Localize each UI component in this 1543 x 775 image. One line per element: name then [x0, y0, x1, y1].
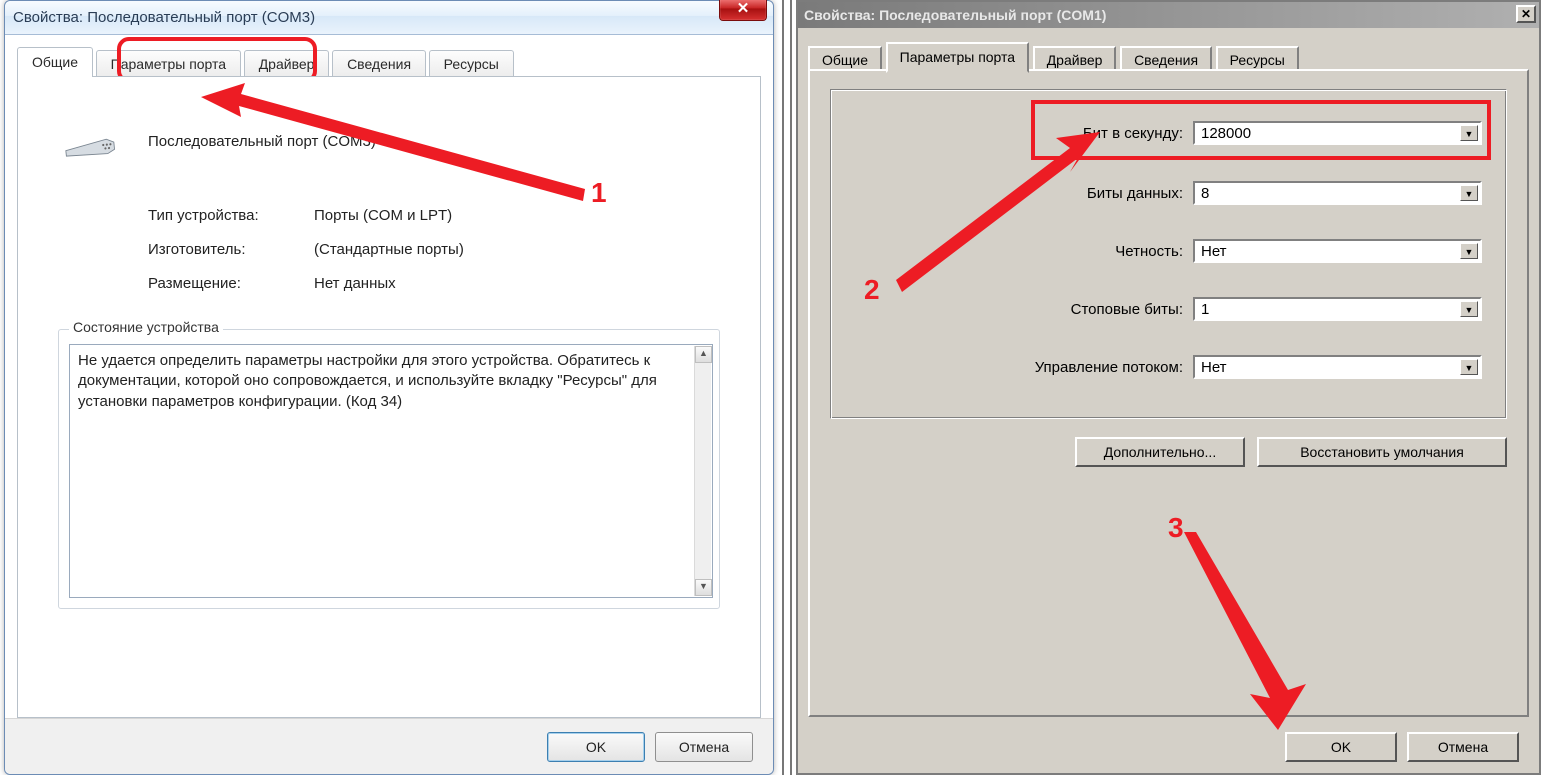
dialog-body: Общие Параметры порта Драйвер Сведения Р…	[808, 42, 1529, 717]
tab-general[interactable]: Общие	[17, 47, 93, 77]
device-status-legend: Состояние устройства	[69, 319, 223, 335]
tab-panel-general: Последовательный порт (COM3) Тип устройс…	[17, 76, 761, 718]
annotation-number-1: 1	[591, 177, 607, 209]
label-manufacturer: Изготовитель:	[148, 241, 246, 258]
value-baud: 128000	[1201, 125, 1251, 142]
annotation-number-2: 2	[864, 274, 880, 306]
combo-baud[interactable]: 128000 ▼	[1193, 121, 1482, 145]
cancel-button[interactable]: Отмена	[655, 732, 753, 762]
dialog-footer: OK Отмена	[5, 718, 773, 774]
combo-stopbits[interactable]: 1 ▼	[1193, 297, 1482, 321]
close-button[interactable]: ✕	[719, 0, 767, 21]
label-databits: Биты данных:	[831, 185, 1193, 202]
titlebar[interactable]: Свойства: Последовательный порт (COM1) ✕	[798, 2, 1539, 28]
combo-parity[interactable]: Нет ▼	[1193, 239, 1482, 263]
port-settings-group: Бит в секунду: 128000 ▼ Биты данных: 8 ▼	[830, 89, 1507, 419]
scrollbar[interactable]: ▲ ▼	[694, 346, 711, 596]
annotation-number-3: 3	[1168, 512, 1184, 544]
dialog-body: Общие Параметры порта Драйвер Сведения Р…	[17, 47, 761, 718]
port-settings-buttons: Дополнительно... Восстановить умолчания	[830, 437, 1507, 473]
chevron-down-icon[interactable]: ▼	[1460, 359, 1478, 375]
row-baud: Бит в секунду: 128000 ▼	[831, 120, 1482, 146]
tab-driver[interactable]: Драйвер	[244, 50, 330, 77]
tab-port[interactable]: Параметры порта	[886, 42, 1029, 73]
tab-port[interactable]: Параметры порта	[96, 50, 241, 77]
properties-dialog-com3: Свойства: Последовательный порт (COM3) ✕…	[4, 0, 774, 775]
device-status-text: Не удается определить параметры настройк…	[78, 352, 657, 410]
tab-details[interactable]: Сведения	[332, 50, 426, 77]
serial-port-icon	[63, 132, 120, 165]
chevron-down-icon[interactable]: ▼	[1460, 125, 1478, 141]
ok-button[interactable]: OK	[547, 732, 645, 762]
value-type: Порты (COM и LPT)	[314, 207, 452, 224]
screenshot-divider	[782, 0, 792, 775]
window-title: Свойства: Последовательный порт (COM1)	[804, 7, 1106, 23]
row-type: Тип устройства: Порты (COM и LPT)	[148, 207, 259, 224]
value-flowcontrol: Нет	[1201, 359, 1227, 376]
window-title: Свойства: Последовательный порт (COM3)	[13, 1, 315, 35]
value-manufacturer: (Стандартные порты)	[314, 241, 464, 258]
tab-resources[interactable]: Ресурсы	[429, 50, 514, 77]
value-databits: 8	[1201, 185, 1209, 202]
value-stopbits: 1	[1201, 301, 1209, 318]
close-button[interactable]: ✕	[1516, 5, 1536, 23]
dialog-footer: OK Отмена	[798, 721, 1539, 773]
combo-databits[interactable]: 8 ▼	[1193, 181, 1482, 205]
device-status-group: Состояние устройства Не удается определи…	[58, 329, 720, 609]
row-flowcontrol: Управление потоком: Нет ▼	[831, 354, 1482, 380]
row-manufacturer: Изготовитель: (Стандартные порты)	[148, 241, 246, 258]
close-icon: ✕	[1521, 7, 1531, 21]
tab-panel-port: Бит в секунду: 128000 ▼ Биты данных: 8 ▼	[808, 69, 1529, 717]
label-stopbits: Стоповые биты:	[831, 301, 1193, 318]
titlebar[interactable]: Свойства: Последовательный порт (COM3) ✕	[5, 1, 773, 35]
label-baud: Бит в секунду:	[831, 125, 1193, 142]
label-type: Тип устройства:	[148, 207, 259, 224]
properties-dialog-com1: Свойства: Последовательный порт (COM1) ✕…	[796, 0, 1541, 775]
value-parity: Нет	[1201, 243, 1227, 260]
row-parity: Четность: Нет ▼	[831, 238, 1482, 264]
device-status-textarea[interactable]: Не удается определить параметры настройк…	[69, 344, 713, 598]
value-location: Нет данных	[314, 275, 396, 292]
chevron-down-icon[interactable]: ▼	[1460, 301, 1478, 317]
label-flowcontrol: Управление потоком:	[831, 359, 1193, 376]
row-databits: Биты данных: 8 ▼	[831, 180, 1482, 206]
cancel-button[interactable]: Отмена	[1407, 732, 1519, 762]
ok-button[interactable]: OK	[1285, 732, 1397, 762]
label-location: Размещение:	[148, 275, 241, 292]
label-parity: Четность:	[831, 243, 1193, 260]
combo-flowcontrol[interactable]: Нет ▼	[1193, 355, 1482, 379]
restore-defaults-button[interactable]: Восстановить умолчания	[1257, 437, 1507, 467]
device-name: Последовательный порт (COM3)	[148, 133, 376, 150]
chevron-down-icon[interactable]: ▼	[1460, 243, 1478, 259]
tab-bar: Общие Параметры порта Драйвер Сведения Р…	[808, 42, 1529, 70]
row-stopbits: Стоповые биты: 1 ▼	[831, 296, 1482, 322]
advanced-button[interactable]: Дополнительно...	[1075, 437, 1245, 467]
scroll-down-icon[interactable]: ▼	[695, 579, 712, 596]
row-location: Размещение: Нет данных	[148, 275, 241, 292]
tab-bar: Общие Параметры порта Драйвер Сведения Р…	[17, 47, 761, 77]
chevron-down-icon[interactable]: ▼	[1460, 185, 1478, 201]
scroll-up-icon[interactable]: ▲	[695, 346, 712, 363]
close-icon: ✕	[737, 0, 750, 17]
